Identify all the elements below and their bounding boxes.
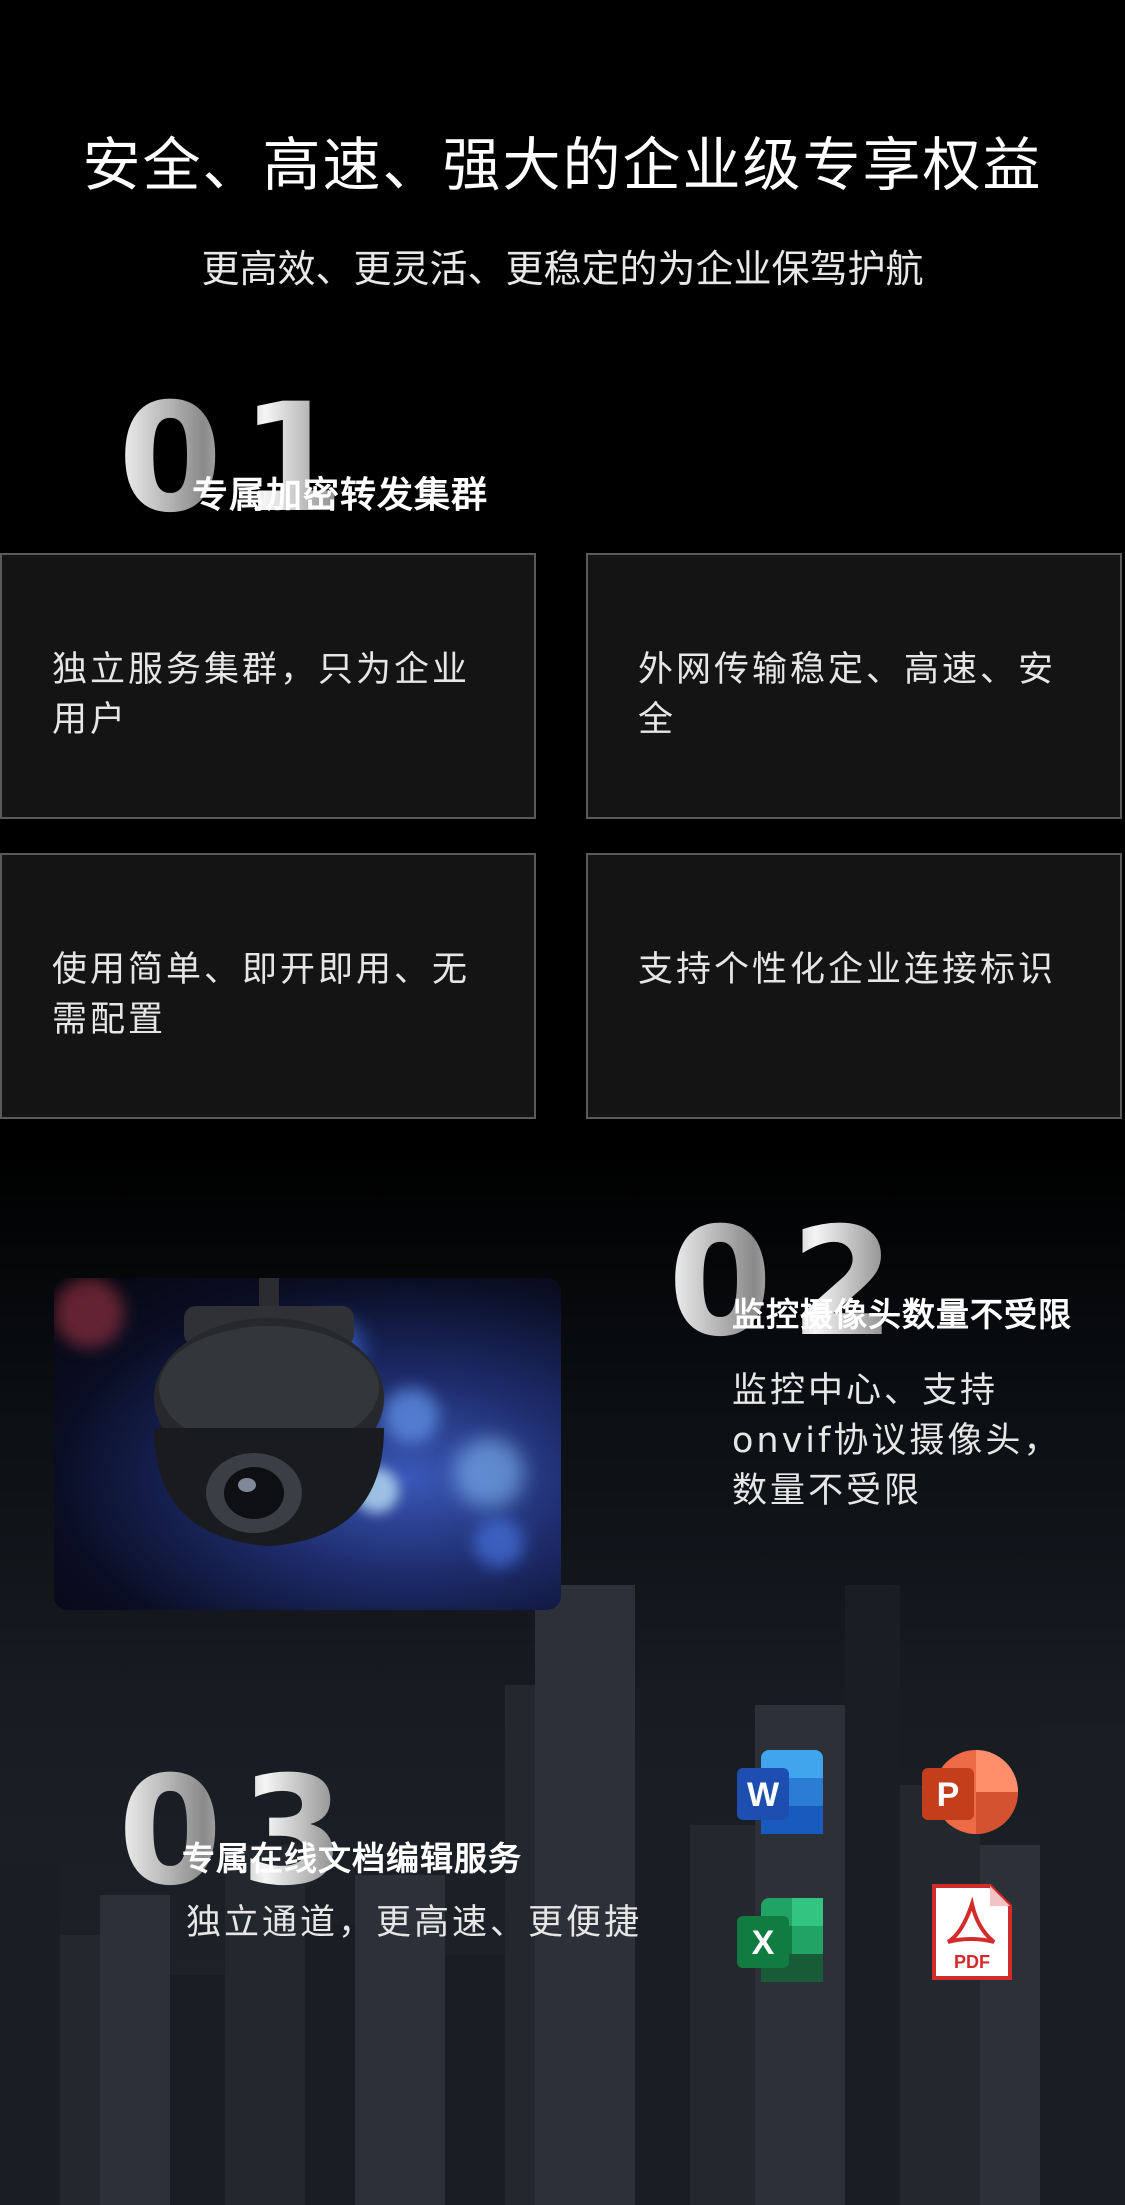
feature-card: 支持个性化企业连接标识 xyxy=(586,853,1122,1119)
section-description: 独立通道，更高速、更便捷 xyxy=(186,1903,643,1943)
page-title: 安全、高速、强大的企业级专享权益 xyxy=(82,131,1043,199)
feature-card: 独立服务集群，只为企业用户 xyxy=(0,553,536,819)
word-icon: W xyxy=(737,1750,823,1834)
page-subtitle: 更高效、更灵活、更稳定的为企业保驾护航 xyxy=(201,247,924,291)
feature-card-text: 外网传输稳定、高速、安全 xyxy=(638,650,1057,740)
feature-card-text: 独立服务集群，只为企业用户 xyxy=(52,650,471,740)
feature-card-text: 使用简单、即开即用、无需配置 xyxy=(52,950,471,1040)
description-line: onvif协议摄像头， xyxy=(732,1421,1062,1461)
feature-card: 外网传输稳定、高速、安全 xyxy=(586,553,1122,819)
section-title-encrypted-cluster: 专属加密转发集群 xyxy=(192,475,489,516)
powerpoint-icon: P xyxy=(922,1750,1018,1834)
excel-icon: X xyxy=(737,1898,823,1982)
camera-icon xyxy=(154,1278,384,1546)
word-letter: W xyxy=(747,1776,780,1814)
section-title-doc-editing: 专属在线文档编辑服务 xyxy=(182,1839,522,1878)
security-camera-image xyxy=(54,1278,561,1610)
section-title-camera-unlimited: 监控摄像头数量不受限 xyxy=(732,1295,1072,1334)
pdf-label: PDF xyxy=(954,1952,990,1972)
section-description: 监控中心、支持 onvif协议摄像头， 数量不受限 xyxy=(732,1366,1092,1516)
pdf-icon: PDF xyxy=(932,1884,1012,1980)
description-line: 数量不受限 xyxy=(732,1471,923,1511)
feature-card: 使用简单、即开即用、无需配置 xyxy=(0,853,536,1119)
description-line: 监控中心、支持 xyxy=(732,1371,999,1411)
feature-card-text: 支持个性化企业连接标识 xyxy=(638,950,1057,990)
page: 安全、高速、强大的企业级专享权益 更高效、更灵活、更稳定的为企业保驾护航 01 … xyxy=(0,0,1125,2205)
excel-letter: X xyxy=(752,1924,775,1962)
powerpoint-letter: P xyxy=(937,1776,960,1814)
